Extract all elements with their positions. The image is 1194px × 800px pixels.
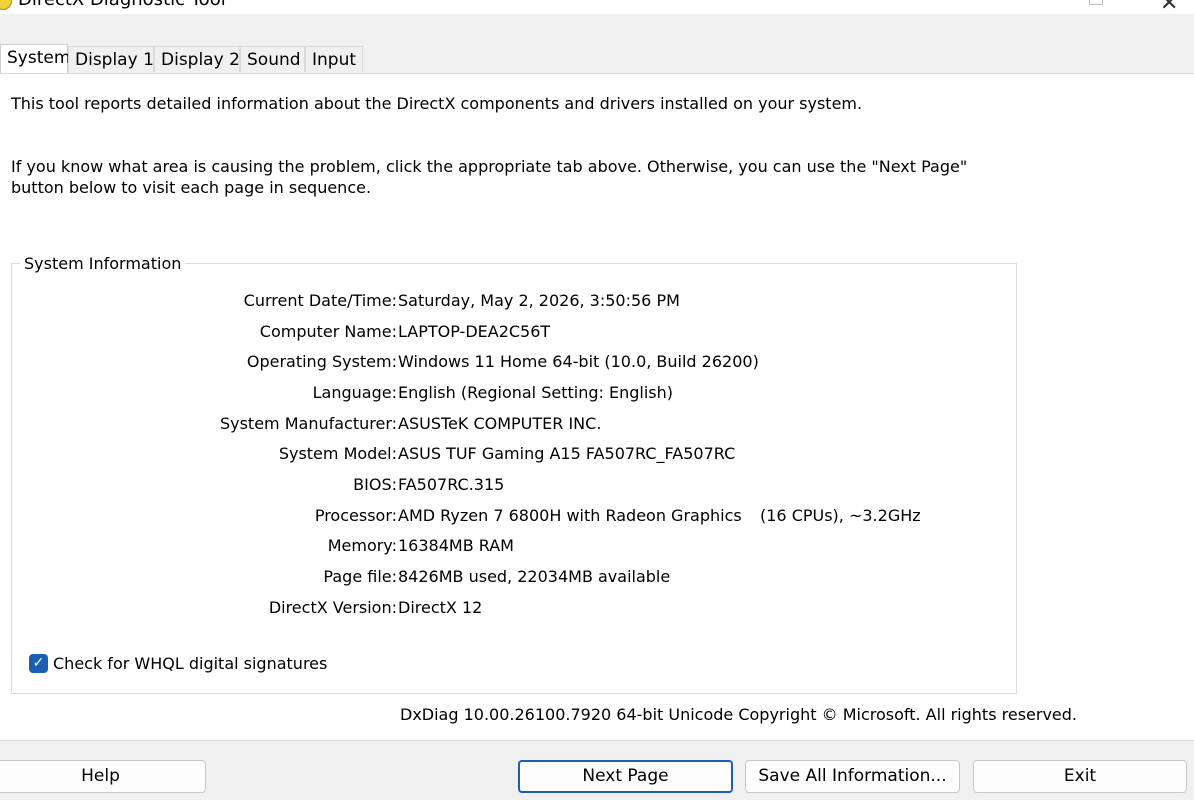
info-value: Windows 11 Home 64-bit (10.0, Build 2620…: [398, 352, 759, 371]
window-title: DirectX Diagnostic Tool: [18, 0, 226, 10]
tab-display-1[interactable]: Display 1: [68, 46, 154, 72]
info-label: Computer Name:: [259, 322, 397, 341]
maximize-button[interactable]: [1089, 0, 1103, 5]
info-label: Memory:: [327, 536, 397, 555]
info-value: ASUSTeK COMPUTER INC.: [398, 414, 602, 433]
group-title: System Information: [20, 254, 186, 274]
tab-display-2[interactable]: Display 2: [154, 46, 240, 72]
info-value: AMD Ryzen 7 6800H with Radeon Graphics: [398, 506, 742, 525]
info-label: Language:: [312, 383, 397, 402]
info-value-cpu-count: (16 CPUs), ~3.2GHz: [760, 506, 921, 525]
info-label: DirectX Version:: [268, 598, 397, 617]
tab-input[interactable]: Input: [305, 46, 363, 72]
minimize-button[interactable]: —: [1014, 0, 1032, 7]
info-value: DirectX 12: [398, 598, 483, 617]
whql-checkbox-label[interactable]: Check for WHQL digital signatures: [53, 653, 327, 675]
info-row-operating-system: Operating System: Windows 11 Home 64-bit…: [12, 351, 1012, 373]
info-row-system-manufacturer: System Manufacturer: ASUSTeK COMPUTER IN…: [12, 413, 1012, 435]
info-value: ASUS TUF Gaming A15 FA507RC_FA507RC: [398, 444, 736, 463]
info-row-directx-version: DirectX Version: DirectX 12: [12, 597, 1012, 619]
info-row-system-model: System Model: ASUS TUF Gaming A15 FA507R…: [12, 443, 1012, 465]
info-value: FA507RC.315: [398, 475, 505, 494]
help-button[interactable]: Help: [0, 760, 206, 793]
info-value: English (Regional Setting: English): [398, 383, 673, 402]
next-page-button[interactable]: Next Page: [518, 760, 733, 793]
info-label: Processor:: [314, 506, 397, 525]
directx-app-icon: [0, 0, 12, 10]
system-tab-panel: This tool reports detailed information a…: [0, 73, 1194, 741]
version-copyright-text: DxDiag 10.00.26100.7920 64-bit Unicode C…: [400, 705, 1077, 724]
info-label: System Model:: [278, 444, 397, 463]
save-all-information-button[interactable]: Save All Information...: [745, 760, 960, 793]
info-value: 16384MB RAM: [398, 536, 514, 555]
info-row-bios: BIOS: FA507RC.315: [12, 474, 1012, 496]
info-row-processor: Processor: AMD Ryzen 7 6800H with Radeon…: [12, 505, 1012, 527]
info-label: BIOS:: [353, 475, 397, 494]
info-label: System Manufacturer:: [219, 414, 397, 433]
info-row-language: Language: English (Regional Setting: Eng…: [12, 382, 1012, 404]
intro-text-1: This tool reports detailed information a…: [11, 94, 863, 113]
info-value: Saturday, May 2, 2026, 3:50:56 PM: [398, 291, 680, 310]
info-row-memory: Memory: 16384MB RAM: [12, 535, 1012, 557]
info-row-date-time: Current Date/Time: Saturday, May 2, 2026…: [12, 290, 1012, 312]
info-label: Current Date/Time:: [243, 291, 397, 310]
info-value: 8426MB used, 22034MB available: [398, 567, 671, 586]
close-button[interactable]: ✕: [1160, 0, 1178, 16]
title-bar: DirectX Diagnostic Tool — ✕: [0, 0, 1194, 16]
info-label: Page file:: [323, 567, 397, 586]
tab-system[interactable]: System: [0, 44, 70, 74]
info-value: LAPTOP-DEA2C56T: [398, 322, 551, 341]
info-row-page-file: Page file: 8426MB used, 22034MB availabl…: [12, 566, 1012, 588]
exit-button[interactable]: Exit: [973, 760, 1187, 793]
system-information-group: System Information Current Date/Time: Sa…: [11, 254, 1017, 694]
info-row-computer-name: Computer Name: LAPTOP-DEA2C56T: [12, 321, 1012, 343]
tab-sound[interactable]: Sound: [240, 46, 305, 72]
intro-text-2: If you know what area is causing the pro…: [11, 157, 968, 197]
info-label: Operating System:: [246, 352, 397, 371]
whql-checkbox[interactable]: ✓: [29, 654, 48, 673]
